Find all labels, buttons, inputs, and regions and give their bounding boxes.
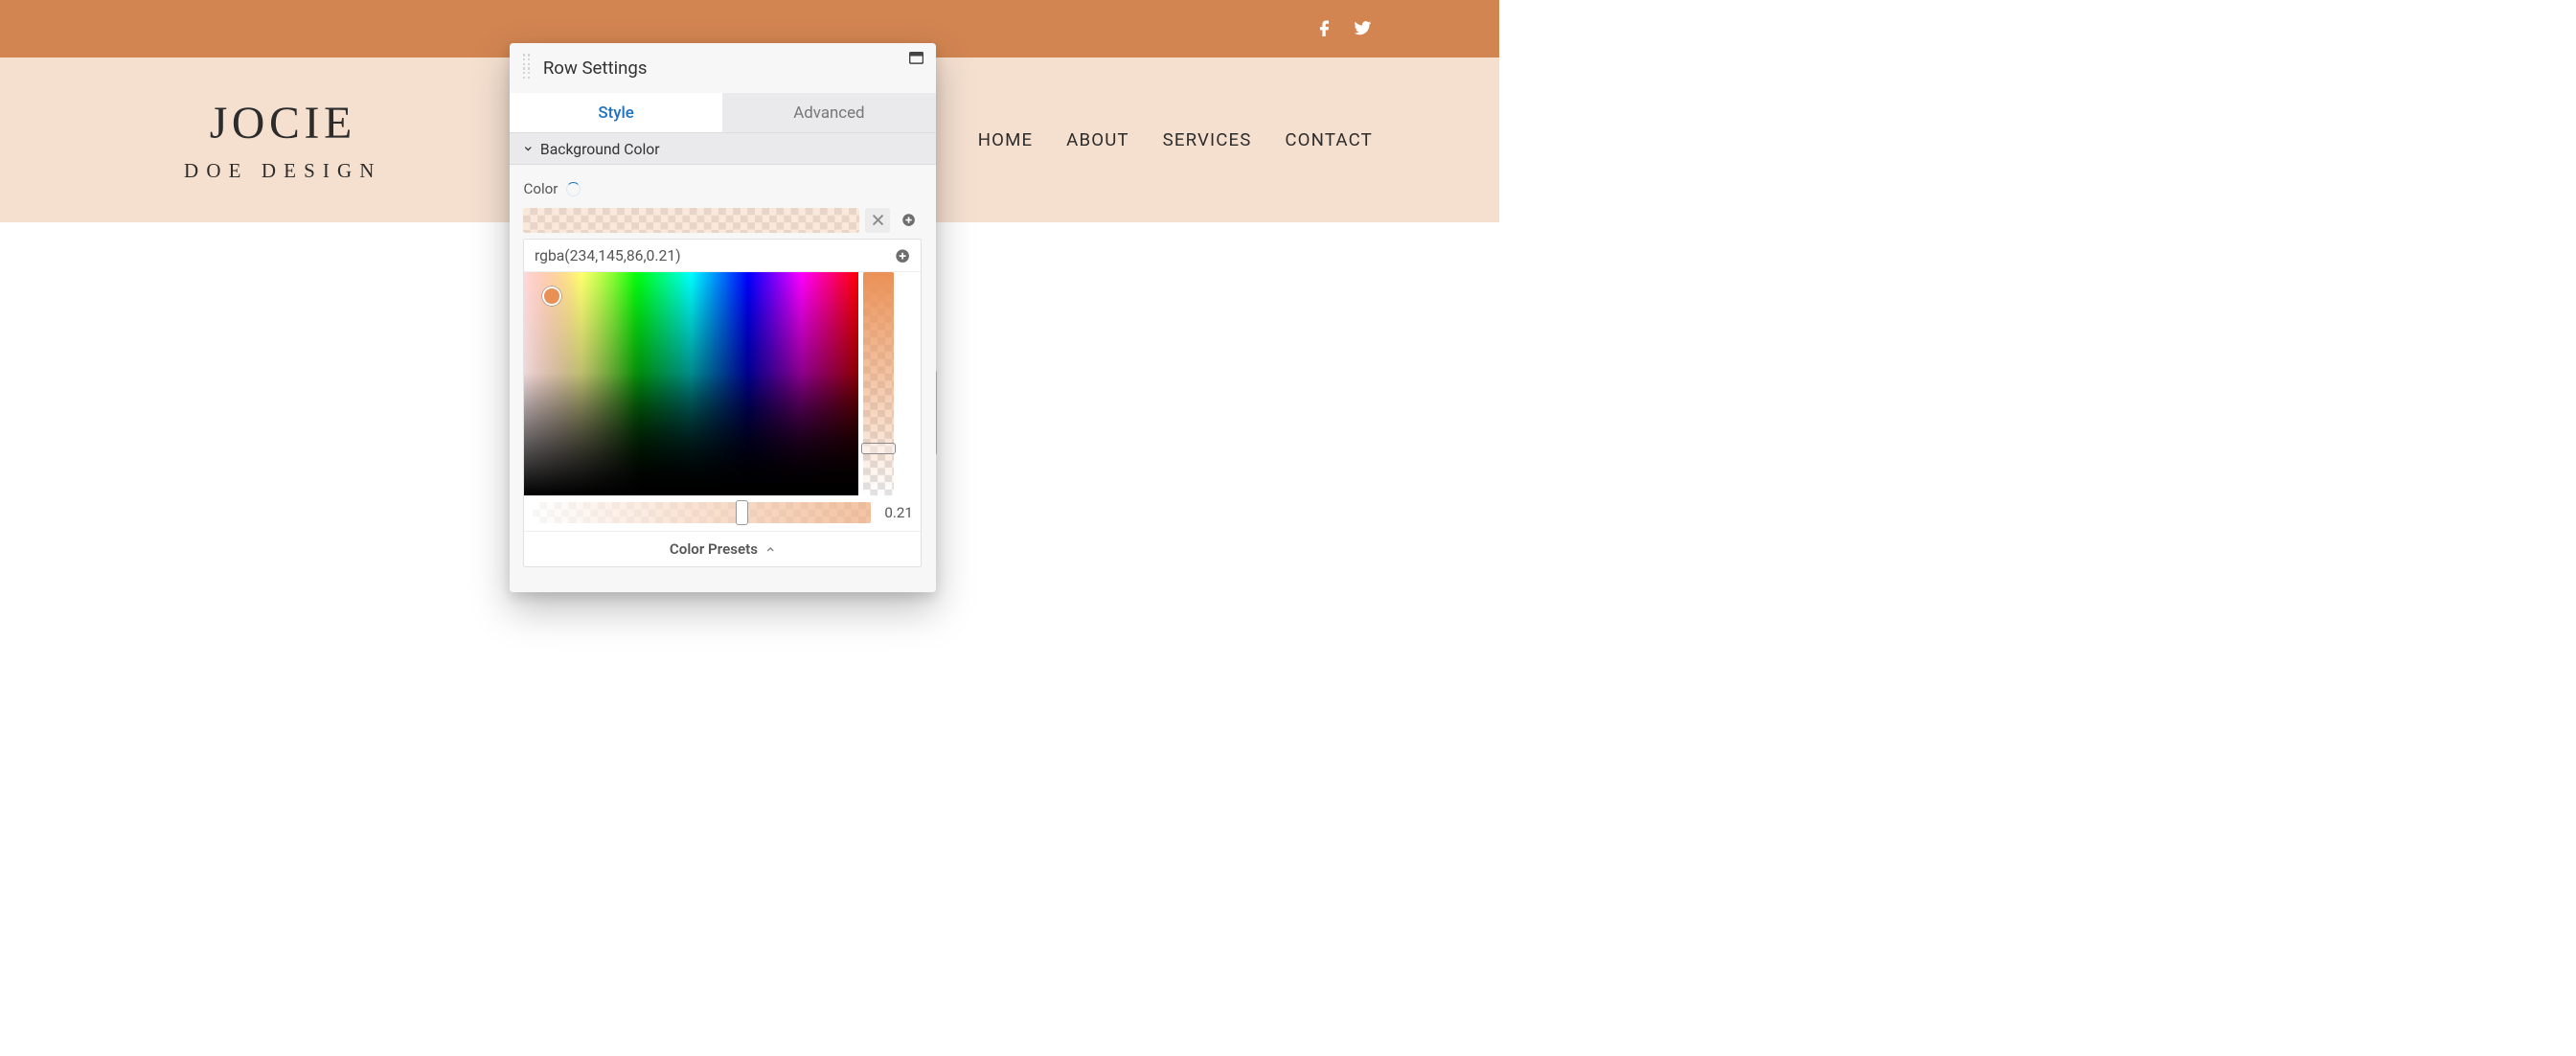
section-heading: Background Color [540, 140, 660, 158]
saturation-field[interactable] [524, 272, 857, 495]
tint-thumb[interactable] [736, 500, 748, 526]
primary-nav: HOME ABOUT SERVICES CONTACT [978, 129, 1373, 150]
tint-slider[interactable] [533, 502, 871, 523]
color-value-input[interactable] [535, 246, 895, 264]
loading-spinner-icon [566, 182, 581, 196]
nav-about[interactable]: ABOUT [1066, 129, 1129, 150]
add-color-button[interactable] [896, 208, 922, 234]
brand-tagline: DOE DESIGN [184, 159, 382, 183]
panel-tabs: Style Advanced [510, 93, 936, 132]
window-mode-icon[interactable] [909, 52, 923, 64]
alpha-value: 0.21 [879, 504, 913, 521]
color-picker: 0.21 Color Presets [523, 239, 922, 567]
color-presets-toggle[interactable]: Color Presets [524, 531, 921, 566]
nav-contact[interactable]: CONTACT [1285, 129, 1372, 150]
color-field-label: Color [523, 180, 558, 197]
facebook-icon[interactable] [1315, 18, 1334, 40]
twitter-icon[interactable] [1354, 18, 1373, 40]
brand-logo: JOCIE DOE DESIGN [184, 97, 382, 183]
chevron-down-icon [523, 144, 533, 153]
chevron-up-icon [765, 544, 775, 554]
panel-header[interactable]: Row Settings [510, 43, 936, 93]
drag-handle-icon[interactable] [523, 54, 536, 81]
nav-services[interactable]: SERVICES [1163, 129, 1252, 150]
color-swatch[interactable] [523, 208, 858, 234]
tab-style[interactable]: Style [510, 93, 722, 132]
saturation-cursor[interactable] [542, 287, 561, 306]
nav-home[interactable]: HOME [978, 129, 1034, 150]
alpha-thumb[interactable] [861, 443, 896, 455]
color-presets-label: Color Presets [670, 540, 758, 558]
section-toggle-background-color[interactable]: Background Color [510, 132, 936, 165]
tab-advanced[interactable]: Advanced [722, 93, 935, 132]
alpha-slider[interactable] [863, 272, 893, 495]
panel-title: Row Settings [543, 57, 648, 79]
brand-name: JOCIE [184, 97, 382, 149]
clear-color-button[interactable] [865, 208, 891, 234]
row-settings-panel: Row Settings Style Advanced Background C… [510, 43, 936, 592]
save-preset-button[interactable] [895, 248, 910, 264]
